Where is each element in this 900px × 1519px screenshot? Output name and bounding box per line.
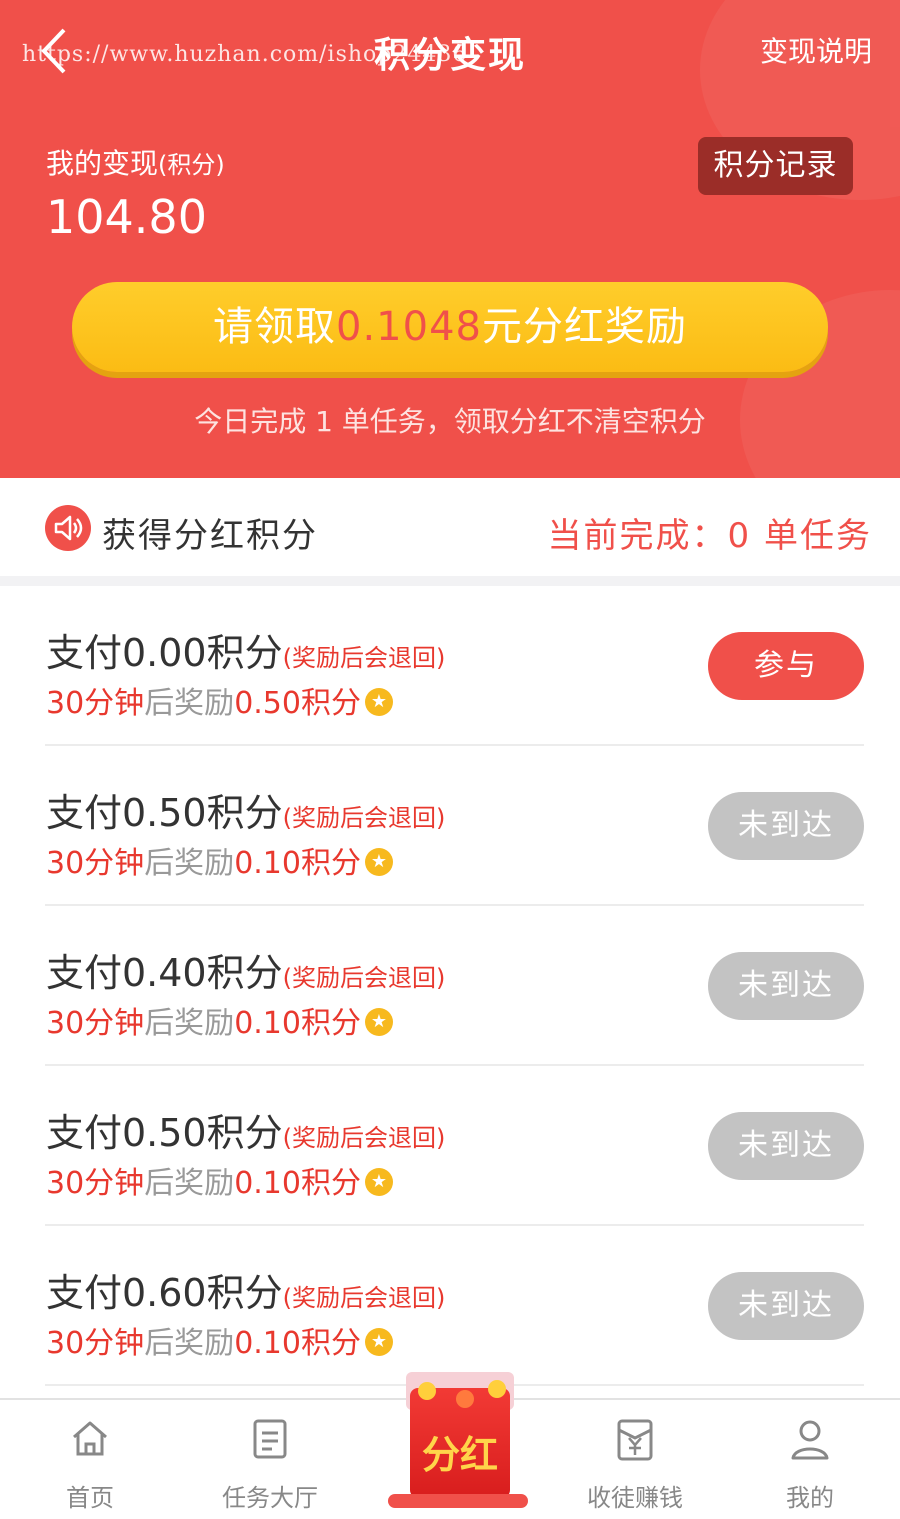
task-reward-points: 0.10积分 — [234, 1326, 361, 1361]
watermark-text: https://www.huzhan.com/ishop24436 — [22, 42, 468, 67]
task-after: 后奖励 — [144, 1326, 235, 1361]
balance-value: 104.80 — [46, 190, 207, 244]
tab-task-hall-label: 任务大厅 — [222, 1484, 318, 1512]
tab-dividend-label: 分红 — [421, 1433, 498, 1477]
task-pay: 支付0.40积分(奖励后会退回) — [46, 942, 445, 997]
explain-link[interactable]: 变现说明 — [760, 30, 872, 70]
task-after: 后奖励 — [144, 686, 235, 721]
task-reward-points: 0.50积分 — [234, 686, 361, 721]
list-icon — [253, 1419, 287, 1459]
task-pay-text: 支付0.40积分 — [46, 951, 283, 995]
tab-me-label: 我的 — [786, 1484, 834, 1512]
task-reward: 30分钟后奖励0.10积分 — [46, 838, 393, 882]
tab-dividend[interactable]: 分红 — [388, 1360, 528, 1510]
task-pay-text: 支付0.50积分 — [46, 1111, 283, 1155]
task-after: 后奖励 — [144, 1166, 235, 1201]
task-note: (奖励后会退回) — [282, 644, 446, 672]
task-reward: 30分钟后奖励0.10积分 — [46, 998, 393, 1042]
coin-icon — [364, 687, 393, 716]
yuan-envelope-icon — [617, 1419, 653, 1461]
task-reward-points: 0.10积分 — [234, 1166, 361, 1201]
tab-home-label: 首页 — [66, 1484, 114, 1512]
balance-label-text: 我的变现 — [46, 147, 159, 180]
sparkle-icon — [488, 1380, 506, 1398]
task-list: 支付0.00积分(奖励后会退回) 30分钟后奖励0.50积分 参与 支付0.50… — [0, 586, 900, 1398]
task-note: (奖励后会退回) — [282, 1284, 446, 1312]
task-row: 支付0.00积分(奖励后会退回) 30分钟后奖励0.50积分 参与 — [0, 586, 900, 746]
task-reward-points: 0.10积分 — [234, 1006, 361, 1041]
task-time: 30分钟 — [46, 1326, 145, 1361]
not-reached-button[interactable]: 未到达 — [708, 792, 864, 860]
task-time: 30分钟 — [46, 686, 145, 721]
task-pay: 支付0.00积分(奖励后会退回) — [46, 622, 445, 677]
task-time: 30分钟 — [46, 1006, 145, 1041]
task-pay: 支付0.50积分(奖励后会退回) — [46, 1102, 445, 1157]
task-note: (奖励后会退回) — [282, 804, 446, 832]
task-after: 后奖励 — [144, 846, 235, 881]
sparkle-icon — [418, 1382, 436, 1400]
section-title: 获得分红积分 — [102, 516, 318, 556]
coin-icon — [364, 1167, 393, 1196]
task-reward: 30分钟后奖励0.50积分 — [46, 678, 393, 722]
claim-note: 今日完成 1 单任务，领取分红不清空积分 — [194, 405, 706, 438]
task-time: 30分钟 — [46, 1166, 145, 1201]
task-after: 后奖励 — [144, 1006, 235, 1041]
task-row: 支付0.40积分(奖励后会退回) 30分钟后奖励0.10积分 未到达 — [0, 906, 900, 1066]
sparkle-icon — [456, 1390, 474, 1408]
task-pay: 支付0.50积分(奖励后会退回) — [46, 782, 445, 837]
join-button[interactable]: 参与 — [708, 632, 864, 700]
task-pay-text: 支付0.00积分 — [46, 631, 283, 675]
coin-icon — [364, 1007, 393, 1036]
task-pay-text: 支付0.50积分 — [46, 791, 283, 835]
task-reward-points: 0.10积分 — [234, 846, 361, 881]
task-row: 支付0.50积分(奖励后会退回) 30分钟后奖励0.10积分 未到达 — [0, 1066, 900, 1226]
claim-suffix: 元分红奖励 — [481, 304, 687, 350]
envelope-base — [388, 1494, 528, 1508]
claim-dividend-button[interactable]: 请领取0.1048元分红奖励 — [72, 282, 828, 372]
points-record-button[interactable]: 积分记录 — [698, 137, 853, 195]
task-time: 30分钟 — [46, 846, 145, 881]
coin-icon — [364, 847, 393, 876]
user-icon — [791, 1420, 829, 1460]
tab-invite[interactable]: 收徒赚钱 — [565, 1400, 705, 1519]
task-pay: 支付0.60积分(奖励后会退回) — [46, 1262, 445, 1317]
task-note: (奖励后会退回) — [282, 1124, 446, 1152]
tab-task-hall[interactable]: 任务大厅 — [200, 1400, 340, 1519]
task-pay-text: 支付0.60积分 — [46, 1271, 283, 1315]
balance-unit: (积分) — [158, 151, 225, 179]
speaker-icon — [45, 505, 91, 551]
claim-amount: 0.1048 — [336, 304, 482, 350]
balance-label: 我的变现(积分) — [46, 142, 225, 182]
tab-home[interactable]: 首页 — [20, 1400, 160, 1519]
claim-prefix: 请领取 — [213, 304, 337, 350]
task-reward: 30分钟后奖励0.10积分 — [46, 1158, 393, 1202]
tab-invite-label: 收徒赚钱 — [587, 1484, 683, 1512]
not-reached-button[interactable]: 未到达 — [708, 1272, 864, 1340]
task-row: 支付0.50积分(奖励后会退回) 30分钟后奖励0.10积分 未到达 — [0, 746, 900, 906]
coin-icon — [364, 1327, 393, 1356]
task-reward: 30分钟后奖励0.10积分 — [46, 1318, 393, 1362]
home-icon — [73, 1421, 107, 1456]
not-reached-button[interactable]: 未到达 — [708, 952, 864, 1020]
not-reached-button[interactable]: 未到达 — [708, 1112, 864, 1180]
completed-status: 当前完成：0 单任务 — [547, 516, 872, 556]
task-note: (奖励后会退回) — [282, 964, 446, 992]
tab-me[interactable]: 我的 — [740, 1400, 880, 1519]
